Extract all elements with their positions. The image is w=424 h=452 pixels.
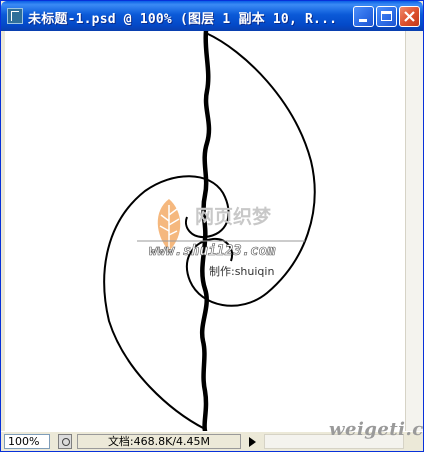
close-button[interactable] [399,6,420,27]
corner-watermark-text: weigeti.com [329,419,424,440]
watermark-logo-text: 网页织梦 [195,205,272,228]
maximize-button[interactable] [376,6,397,27]
watermark-credit-text: 制作:shuiqin [209,265,274,278]
maximize-icon [381,11,392,21]
photoshop-document-icon[interactable] [7,8,23,24]
zoom-level-field[interactable]: 100% [4,434,50,449]
title-bar[interactable]: 未标题-1.psd @ 100% (图层 1 副本 10, R... [1,1,423,31]
window-title: 未标题-1.psd @ 100% (图层 1 副本 10, R... [28,12,338,27]
document-size-info[interactable]: 文档:468.8K/4.45M [77,434,241,449]
close-icon [404,11,415,22]
status-menu-arrow-icon[interactable] [245,434,261,449]
minimize-button[interactable] [353,6,374,27]
wavy-center-line [199,31,212,431]
minimize-icon [359,19,367,22]
watermark-url-text: www.shui123.com [149,243,276,259]
artwork: 网页织梦 www.shui123.com 制作:shuiqin [103,31,316,431]
photoshop-document-window: 未标题-1.psd @ 100% (图层 1 副本 10, R... 网页织梦 … [0,0,424,452]
navigator-button[interactable] [58,434,72,449]
vertical-scrollbar[interactable] [405,31,423,431]
document-canvas[interactable]: 网页织梦 www.shui123.com 制作:shuiqin [5,31,405,431]
